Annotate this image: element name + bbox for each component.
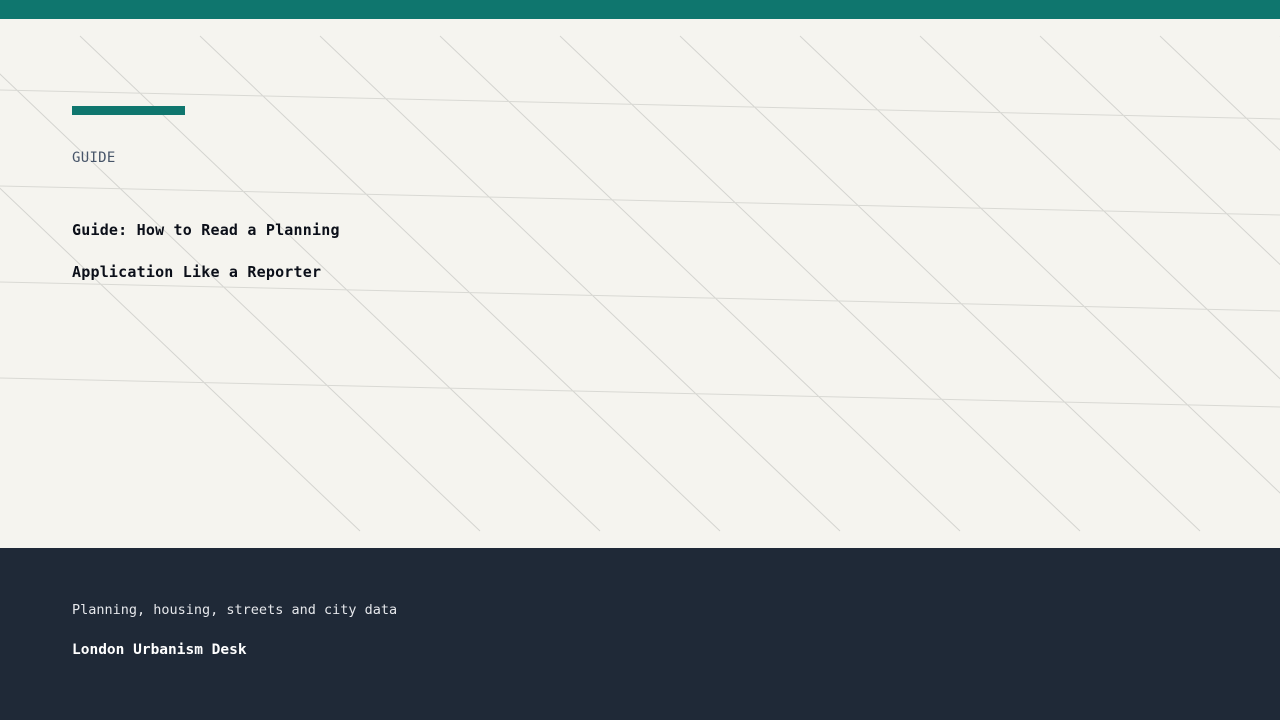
title-accent-bar — [72, 106, 185, 115]
footer-brand[interactable]: London Urbanism Desk — [72, 641, 247, 659]
pattern-diagonal-line — [559, 35, 1081, 532]
hero-section: GUIDE Guide: How to Read a Planning Appl… — [0, 19, 1280, 548]
pattern-diagonal-line — [1159, 35, 1280, 151]
footer-tagline: Planning, housing, streets and city data — [72, 602, 398, 618]
top-accent-bar — [0, 0, 1280, 19]
pattern-diagonal-line — [1039, 35, 1280, 266]
pattern-diagonal-line — [679, 35, 1201, 532]
site-footer: Planning, housing, streets and city data… — [0, 548, 1280, 720]
pattern-horizontal-line — [0, 89, 1280, 120]
pattern-diagonal-line — [919, 35, 1280, 380]
pattern-horizontal-line — [0, 377, 1280, 408]
page-title: Guide: How to Read a Planning Applicatio… — [72, 221, 340, 281]
category-label: GUIDE — [72, 150, 116, 166]
